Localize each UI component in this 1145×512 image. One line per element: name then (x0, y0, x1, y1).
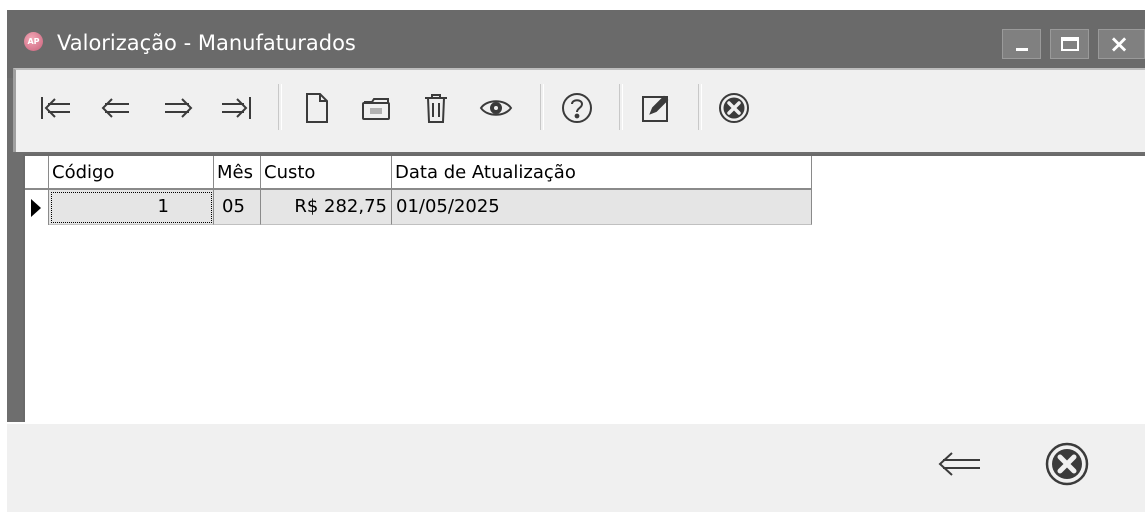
last-record-button[interactable] (216, 90, 256, 126)
toolbar-separator (278, 84, 282, 130)
row-indicator[interactable] (25, 190, 49, 225)
edit-icon (642, 95, 669, 122)
row-indicator-header (25, 156, 49, 190)
current-row-arrow-icon (31, 199, 41, 217)
maximize-button[interactable] (1050, 29, 1089, 59)
edit-button[interactable] (636, 90, 676, 126)
next-record-icon (165, 98, 193, 118)
minimize-button[interactable] (1002, 29, 1041, 59)
delete-record-button[interactable] (418, 90, 454, 126)
trash-icon (425, 94, 447, 123)
toolbar (13, 68, 1145, 152)
maximize-icon (1061, 37, 1079, 51)
previous-record-button[interactable] (96, 90, 136, 126)
view-eye-icon (479, 100, 513, 116)
open-folder-icon (362, 98, 390, 120)
column-header-data-atualizacao[interactable]: Data de Atualização (392, 156, 812, 190)
view-record-button[interactable] (476, 90, 516, 126)
back-arrow-icon (938, 452, 980, 476)
close-circle-icon (719, 93, 749, 123)
toolbar-separator (619, 84, 623, 130)
open-record-button[interactable] (356, 90, 396, 126)
close-window-button[interactable]: × (1098, 29, 1145, 59)
table-cell-custo[interactable]: R$ 282,75 (261, 190, 392, 225)
first-record-button[interactable] (36, 90, 76, 126)
column-header-mes[interactable]: Mês (214, 156, 261, 190)
close-button[interactable] (1041, 438, 1093, 490)
table-cell-data[interactable]: 01/05/2025 (392, 190, 812, 225)
footer-bar (7, 422, 1145, 512)
table-cell-codigo[interactable]: 1 (49, 190, 214, 225)
window-title: Valorização - Manufaturados (57, 31, 356, 55)
toolbar-separator (698, 84, 702, 130)
table-cell-mes[interactable]: 05 (214, 190, 261, 225)
close-icon: × (1109, 30, 1130, 58)
new-document-icon (306, 93, 328, 123)
toolbar-separator (540, 84, 544, 130)
new-record-button[interactable] (299, 90, 335, 126)
minimize-icon (1016, 48, 1028, 51)
help-icon (562, 93, 592, 123)
column-header-codigo[interactable]: Código (49, 156, 214, 190)
next-record-button[interactable] (158, 90, 198, 126)
help-button[interactable] (557, 90, 597, 126)
last-record-icon (222, 97, 251, 119)
first-record-icon (41, 97, 70, 119)
previous-record-icon (101, 98, 129, 118)
back-button[interactable] (931, 442, 987, 486)
data-grid[interactable]: Código Mês Custo Data de Atualização 1 0… (23, 154, 1145, 422)
close-circle-icon (1045, 442, 1089, 486)
app-icon: AP (24, 32, 43, 51)
close-form-button[interactable] (714, 90, 754, 126)
column-header-custo[interactable]: Custo (261, 156, 392, 190)
